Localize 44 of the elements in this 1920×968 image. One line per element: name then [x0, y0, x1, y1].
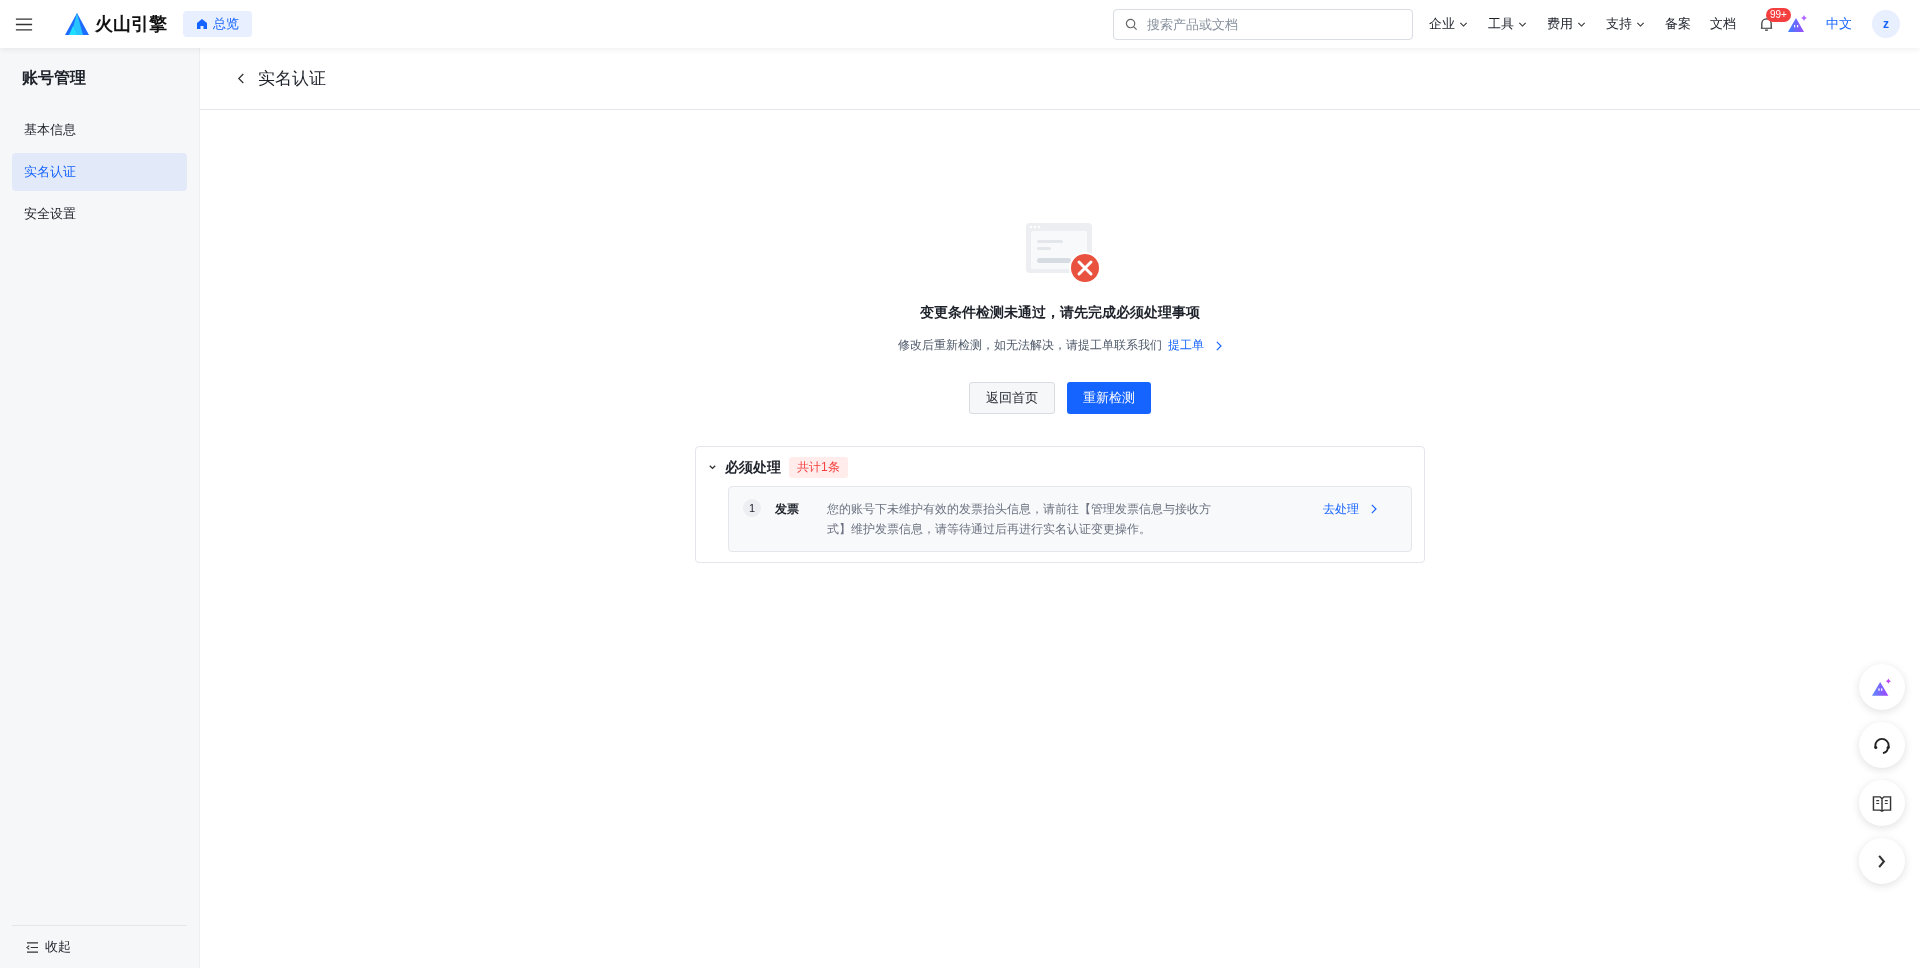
search-field[interactable]: 搜索产品或文档 — [1113, 8, 1413, 40]
logo-text: 火山引擎 — [95, 13, 167, 36]
nav-menu[interactable]: 备案 — [1665, 15, 1691, 33]
process-link[interactable]: 去处理 — [1323, 499, 1378, 519]
floating-button[interactable] — [1859, 780, 1905, 826]
sidebar-item[interactable]: 基本信息 — [12, 111, 187, 149]
sidebar-item[interactable]: 实名认证 — [12, 153, 187, 191]
result-description: 修改后重新检测，如无法解决，请提工单联系我们 — [897, 337, 1162, 354]
sidebar-title: 账号管理 — [21, 68, 87, 88]
nav-menu[interactable]: 费用 — [1547, 15, 1587, 33]
count-tag: 共计1条 — [789, 457, 848, 478]
nav-menu[interactable]: 支持 — [1606, 15, 1646, 33]
nav-menu[interactable]: 文档 — [1710, 15, 1736, 33]
notification-badge: 99+ — [1766, 7, 1791, 22]
home-button[interactable]: 返回首页 — [969, 382, 1055, 414]
chevron-down-icon[interactable] — [708, 463, 717, 472]
floating-button[interactable] — [1859, 722, 1905, 768]
item-name: 发票 — [774, 501, 800, 518]
item-description: 您的账号下未维护有效的发票抬头信息，请前往【管理发票信息与接收方式】维护发票信息，请等待通过后再进行实名认证变更操作。 — [827, 501, 1212, 538]
assistant-icon — [1872, 677, 1892, 697]
home-icon — [196, 18, 208, 30]
collapse-icon — [26, 941, 39, 953]
user-avatar[interactable]: z — [1872, 10, 1900, 38]
nav-menu[interactable]: 企业 — [1429, 15, 1469, 33]
nav-menu[interactable]: 工具 — [1488, 15, 1528, 33]
chevron-right-icon — [1369, 504, 1378, 514]
result-heading: 变更条件检测未通过，请先完成必须处理事项 — [920, 304, 1200, 322]
overview-button[interactable]: 总览 — [183, 11, 252, 37]
sidebar-item[interactable]: 安全设置 — [12, 195, 187, 233]
recheck-button[interactable]: 重新检测 — [1067, 382, 1151, 414]
back-icon[interactable] — [237, 73, 246, 84]
headset-icon — [1872, 735, 1892, 755]
ticket-link[interactable]: 提工单 — [1167, 337, 1223, 354]
assistant-icon[interactable] — [1788, 15, 1808, 33]
language-switch[interactable]: 中文 — [1826, 15, 1852, 33]
search-icon — [1125, 17, 1138, 31]
page-title: 实名认证 — [258, 68, 326, 90]
collapse-button[interactable]: 收起 — [12, 925, 187, 968]
book-icon — [1872, 793, 1892, 813]
mountain-logo-icon — [65, 13, 89, 35]
item-number: 1 — [743, 499, 761, 517]
section-title: 必须处理 — [725, 458, 781, 477]
bell-icon[interactable] — [1759, 16, 1774, 32]
menu-icon[interactable] — [15, 16, 33, 32]
